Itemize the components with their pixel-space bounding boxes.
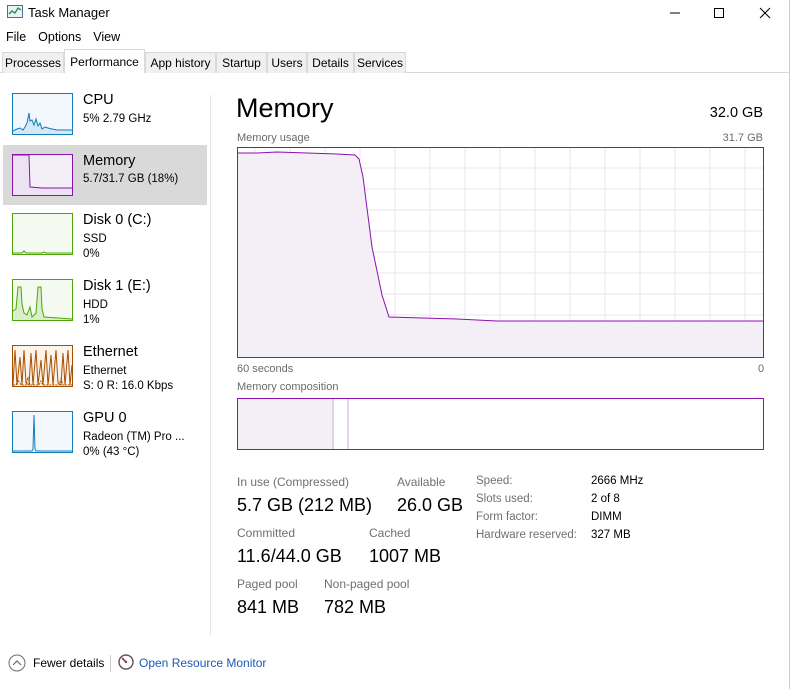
sidebar-disk-1-title: Disk 1 (E:) <box>83 278 151 294</box>
menu-options[interactable]: Options <box>32 28 87 48</box>
memory-usage-graph <box>237 147 764 358</box>
in-use-value: 5.7 GB (212 MB) <box>237 495 373 515</box>
tab-performance[interactable]: Performance <box>64 49 145 73</box>
sidebar-cpu-title: CPU <box>83 92 114 108</box>
close-button[interactable] <box>742 0 788 26</box>
maximize-button[interactable] <box>696 0 742 26</box>
disk-0-thumbnail-graph <box>12 213 73 255</box>
hardware-reserved-value: 327 MB <box>591 529 631 541</box>
window-title: Task Manager <box>28 5 110 20</box>
resource-monitor-icon[interactable] <box>118 654 134 670</box>
sidebar-disk-1-usage: 1% <box>83 314 100 326</box>
fewer-details-button[interactable]: Fewer details <box>33 656 104 670</box>
non-paged-pool-label: Non-paged pool <box>324 577 410 591</box>
sidebar-item-ethernet[interactable]: Ethernet Ethernet S: 0 R: 16.0 Kbps <box>3 340 207 400</box>
sidebar-disk-1-type: HDD <box>83 299 108 311</box>
memory-total: 32.0 GB <box>709 105 763 121</box>
memory-composition-label: Memory composition <box>237 381 339 393</box>
memory-composition-bar <box>237 398 764 450</box>
sidebar-memory-sub: 5.7/31.7 GB (18%) <box>83 173 179 185</box>
form-factor-label: Form factor: <box>476 511 538 523</box>
slots-used-value: 2 of 8 <box>591 493 620 505</box>
sidebar-disk-0-type: SSD <box>83 233 107 245</box>
sidebar-item-memory[interactable]: Memory 5.7/31.7 GB (18%) <box>3 145 207 205</box>
title-bar: Task Manager <box>0 0 790 26</box>
sidebar-gpu-model: Radeon (TM) Pro ... <box>83 431 185 443</box>
tab-details[interactable]: Details <box>307 52 354 73</box>
minimize-icon <box>670 12 680 14</box>
page-title: Memory <box>236 93 334 123</box>
minimize-button[interactable] <box>652 0 698 26</box>
tab-startup[interactable]: Startup <box>216 52 267 73</box>
sidebar-ethernet-adapter: Ethernet <box>83 365 127 377</box>
menu-bar: File Options View <box>0 28 126 48</box>
cached-label: Cached <box>369 526 411 540</box>
sidebar-item-cpu[interactable]: CPU 5% 2.79 GHz <box>3 88 207 148</box>
committed-label: Committed <box>237 526 296 540</box>
slots-used-label: Slots used: <box>476 493 533 505</box>
tab-users[interactable]: Users <box>267 52 307 73</box>
sidebar-memory-title: Memory <box>83 153 136 169</box>
cached-value: 1007 MB <box>369 546 442 566</box>
paged-pool-value: 841 MB <box>237 597 300 617</box>
memory-usage-max: 31.7 GB <box>722 132 763 144</box>
graph-time-right: 0 <box>758 363 765 375</box>
chevron-up-icon[interactable] <box>8 654 26 672</box>
footer-bar: Fewer details Open Resource Monitor <box>0 650 790 676</box>
sidebar-disk-0-title: Disk 0 (C:) <box>83 212 152 228</box>
tab-processes[interactable]: Processes <box>2 52 64 73</box>
menu-view[interactable]: View <box>87 28 126 48</box>
paged-pool-label: Paged pool <box>237 577 298 591</box>
sidebar-item-disk-0[interactable]: Disk 0 (C:) SSD 0% <box>3 208 207 268</box>
graph-time-left: 60 seconds <box>237 363 294 375</box>
sidebar-divider <box>210 95 211 635</box>
maximize-icon <box>714 8 724 18</box>
sidebar-ethernet-title: Ethernet <box>83 344 138 360</box>
footer-separator <box>110 655 111 672</box>
available-label: Available <box>397 475 446 489</box>
speed-label: Speed: <box>476 475 513 487</box>
disk-1-thumbnail-graph <box>12 279 73 321</box>
sidebar-item-gpu-0[interactable]: GPU 0 Radeon (TM) Pro ... 0% (43 °C) <box>3 406 207 466</box>
hardware-reserved-label: Hardware reserved: <box>476 529 577 541</box>
speed-value: 2666 MHz <box>591 475 644 487</box>
in-use-label: In use (Compressed) <box>237 475 350 489</box>
sidebar-gpu-usage: 0% (43 °C) <box>83 446 140 458</box>
task-manager-window: Task Manager File Options View Processes… <box>0 0 790 689</box>
memory-thumbnail-graph <box>12 154 73 196</box>
sidebar-ethernet-throughput: S: 0 R: 16.0 Kbps <box>83 380 174 392</box>
menu-file[interactable]: File <box>0 28 32 48</box>
form-factor-value: DIMM <box>591 511 622 523</box>
tab-strip: Processes Performance App history Startu… <box>0 49 790 73</box>
close-icon <box>759 7 771 19</box>
sidebar-item-disk-1[interactable]: Disk 1 (E:) HDD 1% <box>3 274 207 334</box>
tab-services[interactable]: Services <box>354 52 406 73</box>
available-value: 26.0 GB <box>397 495 464 515</box>
committed-value: 11.6/44.0 GB <box>237 546 342 566</box>
sidebar-gpu-title: GPU 0 <box>83 410 127 426</box>
tab-app-history[interactable]: App history <box>145 52 216 73</box>
gpu-thumbnail-graph <box>12 411 73 453</box>
task-manager-icon <box>7 5 23 18</box>
open-resource-monitor-link[interactable]: Open Resource Monitor <box>139 656 266 670</box>
non-paged-pool-value: 782 MB <box>324 597 387 617</box>
cpu-thumbnail-graph <box>12 93 73 135</box>
sidebar-cpu-sub: 5% 2.79 GHz <box>83 113 152 125</box>
sidebar-disk-0-usage: 0% <box>83 248 100 260</box>
memory-usage-label: Memory usage <box>237 132 310 144</box>
ethernet-thumbnail-graph <box>12 345 73 387</box>
